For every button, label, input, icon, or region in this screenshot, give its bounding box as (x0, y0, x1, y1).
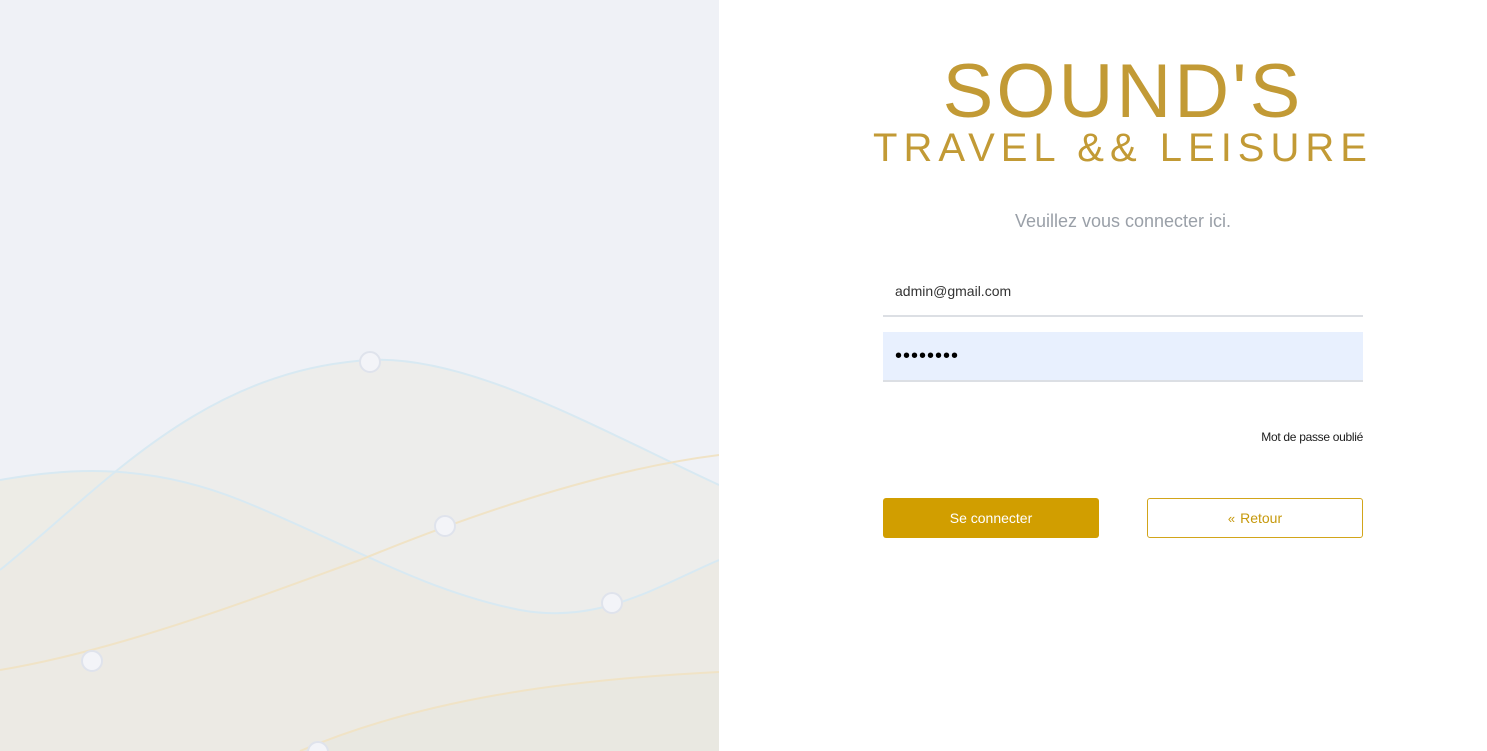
login-panel: SOUND'S TRAVEL && LEISURE Veuillez vous … (719, 0, 1487, 751)
back-button-label: Retour (1240, 510, 1283, 526)
email-input[interactable] (895, 267, 1363, 315)
brand-subtitle: TRAVEL && LEISURE (873, 126, 1373, 170)
email-field-wrapper (883, 267, 1363, 317)
back-button[interactable]: « Retour (1147, 498, 1363, 538)
forgot-password-link[interactable]: Mot de passe oublié (1183, 430, 1363, 444)
login-button[interactable]: Se connecter (883, 498, 1099, 538)
brand-title: SOUND'S (942, 49, 1304, 134)
wave-node (359, 351, 381, 373)
wave-node (601, 592, 623, 614)
decorative-wave-panel (0, 0, 719, 751)
wave-node (81, 650, 103, 672)
wave-node (434, 515, 456, 537)
login-prompt: Veuillez vous connecter ici. (1014, 211, 1232, 231)
wave-illustration (0, 351, 719, 751)
password-field-wrapper (883, 332, 1363, 382)
brand-logo: SOUND'S TRAVEL && LEISURE (719, 49, 1487, 170)
double-chevron-left-icon: « (1227, 510, 1236, 526)
password-input[interactable] (895, 332, 1363, 380)
